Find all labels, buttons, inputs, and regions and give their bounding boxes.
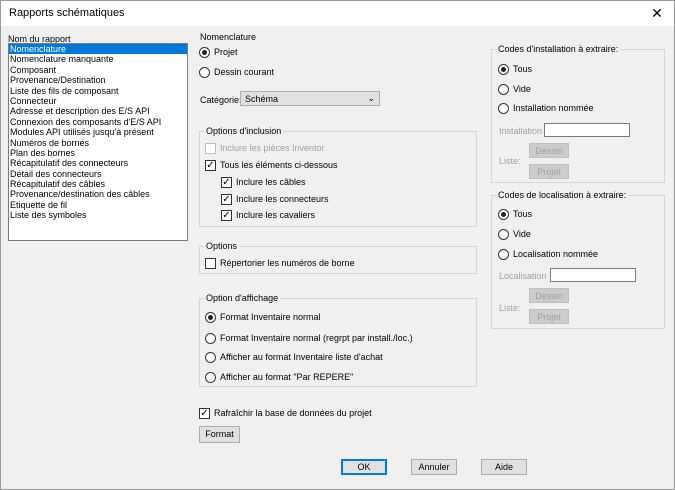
- list-item[interactable]: Détail des connecteurs: [9, 169, 187, 179]
- check-cavaliers-box[interactable]: ✓: [221, 210, 232, 221]
- check-tous-elements-label: Tous les éléments ci-dessous: [220, 160, 338, 170]
- radio-affichage-4-label: Afficher au format "Par REPERE": [220, 372, 354, 382]
- radio-inst-nommee-label: Installation nommée: [513, 103, 594, 113]
- radio-projet-label: Projet: [214, 47, 238, 57]
- radio-affichage-2-dot[interactable]: [205, 333, 216, 344]
- radio-inst-vide-label: Vide: [513, 84, 531, 94]
- installation-field-label: Installation: [499, 126, 543, 136]
- localisation-projet-button[interactable]: Projet: [529, 309, 569, 324]
- list-item[interactable]: Adresse et description des E/S API: [9, 106, 187, 116]
- list-item[interactable]: Liste des symboles: [9, 210, 187, 220]
- radio-affichage-3-dot[interactable]: [205, 352, 216, 363]
- installation-liste-label: Liste:: [499, 156, 521, 166]
- check-rafraichir-box[interactable]: ✓: [199, 408, 210, 419]
- radio-dessin-courant-label: Dessin courant: [214, 67, 275, 77]
- radio-inst-vide-dot[interactable]: [498, 84, 509, 95]
- list-item[interactable]: Modules API utilisés jusqu'à présent: [9, 127, 187, 137]
- list-item[interactable]: Connecteur: [9, 96, 187, 106]
- check-repertorier-label: Répertorier les numéros de borne: [220, 258, 355, 268]
- options-title: Options: [204, 241, 240, 251]
- check-cavaliers-label: Inclure les cavaliers: [236, 210, 316, 220]
- categorie-value: Schéma: [245, 94, 279, 104]
- list-item[interactable]: Etiquette de fil: [9, 200, 187, 210]
- radio-loc-nommee-dot[interactable]: [498, 249, 509, 260]
- list-item[interactable]: Numéros de bornes: [9, 138, 187, 148]
- list-item[interactable]: Liste des fils de composant: [9, 86, 187, 96]
- installation-title: Codes d'installation à extraire:: [496, 44, 621, 54]
- radio-loc-tous-dot[interactable]: [498, 209, 509, 220]
- radio-inst-tous-label: Tous: [513, 64, 533, 74]
- check-inventor-label: Inclure les pièces Inventor: [220, 143, 325, 153]
- list-item[interactable]: Provenance/Destination: [9, 75, 187, 85]
- categorie-select[interactable]: Schéma ⌄: [240, 91, 380, 106]
- check-cables-box[interactable]: ✓: [221, 177, 232, 188]
- installation-projet-button[interactable]: Projet: [529, 164, 569, 179]
- localisation-input[interactable]: [550, 268, 636, 282]
- check-rafraichir-label: Rafraîchir la base de données du projet: [214, 408, 372, 418]
- inclusion-title: Options d'inclusion: [204, 126, 284, 136]
- radio-loc-tous-label: Tous: [513, 209, 533, 219]
- radio-affichage-4-dot[interactable]: [205, 372, 216, 383]
- radio-loc-nommee-label: Localisation nommée: [513, 249, 599, 259]
- list-item[interactable]: Nomenclature manquante: [9, 54, 187, 64]
- radio-dessin-courant-dot[interactable]: [199, 67, 210, 78]
- title-bar: Rapports schématiques ✕: [1, 1, 674, 26]
- list-item[interactable]: Récapitulatif des connecteurs: [9, 158, 187, 168]
- format-button[interactable]: Format: [199, 426, 240, 443]
- close-icon[interactable]: ✕: [640, 1, 674, 26]
- window-title: Rapports schématiques: [9, 7, 125, 19]
- radio-loc-vide-dot[interactable]: [498, 229, 509, 240]
- radio-affichage-2-label: Format Inventaire normal (regrpt par ins…: [220, 333, 413, 343]
- report-list[interactable]: Nomenclature Nomenclature manquante Compos…: [8, 43, 188, 241]
- localisation-field-label: Localisation: [499, 271, 547, 281]
- radio-loc-vide-label: Vide: [513, 229, 531, 239]
- localisation-liste-label: Liste:: [499, 303, 521, 313]
- list-item[interactable]: Récapitulatif des câbles: [9, 179, 187, 189]
- installation-input[interactable]: [544, 123, 630, 137]
- check-connecteurs-label: Inclure les connecteurs: [236, 194, 329, 204]
- categorie-label: Catégorie:: [200, 95, 242, 105]
- chevron-down-icon: ⌄: [367, 93, 375, 103]
- radio-inst-tous-dot[interactable]: [498, 64, 509, 75]
- affichage-title: Option d'affichage: [204, 293, 281, 303]
- check-connecteurs-box[interactable]: ✓: [221, 194, 232, 205]
- dialog-window: Rapports schématiques ✕ Nom du rapport N…: [0, 0, 675, 490]
- check-inventor-box[interactable]: [205, 143, 216, 154]
- ok-button[interactable]: OK: [341, 459, 387, 475]
- list-item[interactable]: Connexion des composants d'E/S API: [9, 117, 187, 127]
- annuler-button[interactable]: Annuler: [411, 459, 457, 475]
- list-item[interactable]: Nomenclature: [9, 44, 187, 55]
- nomenclature-title: Nomenclature: [200, 32, 257, 42]
- list-item[interactable]: Plan des bornes: [9, 148, 187, 158]
- radio-inst-nommee-dot[interactable]: [498, 103, 509, 114]
- radio-affichage-1-dot[interactable]: [205, 312, 216, 323]
- installation-dessin-button[interactable]: Dessin: [529, 143, 569, 158]
- check-tous-elements-box[interactable]: ✓: [205, 160, 216, 171]
- localisation-title: Codes de localisation à extraire:: [496, 190, 629, 200]
- list-item[interactable]: Composant: [9, 65, 187, 75]
- list-item[interactable]: Provenance/destination des câbles: [9, 189, 187, 199]
- radio-affichage-3-label: Afficher au format Inventaire liste d'ac…: [220, 352, 383, 362]
- check-cables-label: Inclure les câbles: [236, 177, 306, 187]
- radio-projet-dot[interactable]: [199, 47, 210, 58]
- aide-button[interactable]: Aide: [481, 459, 527, 475]
- check-repertorier-box[interactable]: [205, 258, 216, 269]
- localisation-dessin-button[interactable]: Dessin: [529, 288, 569, 303]
- radio-affichage-1-label: Format Inventaire normal: [220, 312, 321, 322]
